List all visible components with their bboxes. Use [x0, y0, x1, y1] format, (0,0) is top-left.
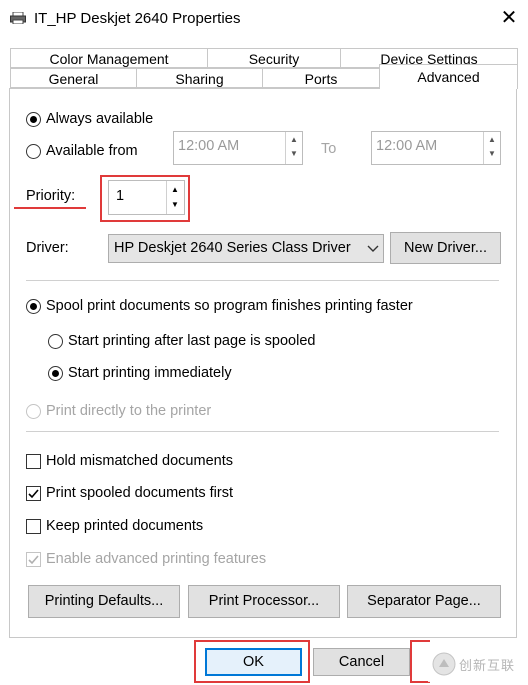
- always-available-radio[interactable]: [26, 112, 41, 127]
- tab-sharing[interactable]: Sharing: [136, 68, 263, 88]
- watermark-logo-icon: [432, 652, 456, 676]
- from-time-value: 12:00 AM: [178, 138, 240, 154]
- spool-label: Spool print documents so program finishe…: [46, 298, 413, 314]
- enable-advanced-features-label: Enable advanced printing features: [46, 551, 267, 567]
- hold-mismatched-checkbox[interactable]: [26, 454, 41, 469]
- keep-printed-label: Keep printed documents: [46, 518, 204, 534]
- start-immediately-radio[interactable]: [48, 366, 63, 381]
- start-after-last-page-label: Start printing after last page is spoole…: [68, 333, 316, 349]
- start-after-last-page-radio[interactable]: [48, 334, 63, 349]
- separator-1: [26, 280, 499, 281]
- driver-label: Driver:: [26, 240, 69, 256]
- to-time-value: 12:00 AM: [376, 138, 438, 154]
- title-bar: IT_HP Deskjet 2640 Properties ✕: [0, 0, 528, 36]
- watermark: 创新互联: [428, 646, 528, 682]
- available-from-label: Available from: [46, 143, 138, 159]
- new-driver-button[interactable]: New Driver...: [390, 232, 501, 264]
- printer-icon: [10, 12, 26, 24]
- available-from-radio[interactable]: [26, 144, 41, 159]
- priority-spinner[interactable]: ▲ ▼: [166, 181, 184, 214]
- spool-radio[interactable]: [26, 299, 41, 314]
- enable-advanced-features-checkbox[interactable]: [26, 552, 41, 567]
- always-available-label: Always available: [46, 111, 154, 127]
- spin-down-icon[interactable]: ▼: [167, 199, 183, 216]
- close-button[interactable]: ✕: [496, 6, 522, 30]
- priority-field[interactable]: 1 ▲ ▼: [108, 180, 185, 215]
- from-time-spinner[interactable]: ▲ ▼: [285, 132, 302, 164]
- driver-select-value: HP Deskjet 2640 Series Class Driver: [114, 240, 351, 256]
- keep-printed-checkbox[interactable]: [26, 519, 41, 534]
- tab-general[interactable]: General: [10, 68, 137, 88]
- tab-ports[interactable]: Ports: [262, 68, 380, 88]
- ok-button[interactable]: OK: [205, 648, 302, 676]
- cancel-button[interactable]: Cancel: [313, 648, 410, 676]
- window-title: IT_HP Deskjet 2640 Properties: [34, 10, 241, 27]
- print-directly-label: Print directly to the printer: [46, 403, 212, 419]
- watermark-text: 创新互联: [459, 658, 516, 673]
- to-label: To: [321, 141, 337, 157]
- tab-color-management[interactable]: Color Management: [10, 48, 208, 68]
- spin-down-icon[interactable]: ▼: [484, 148, 500, 164]
- spin-down-icon[interactable]: ▼: [286, 148, 302, 164]
- annotation-box-apply: [410, 640, 430, 683]
- chevron-down-icon: [367, 245, 379, 252]
- priority-label: Priority:: [26, 188, 76, 204]
- checkmark-icon: [28, 489, 39, 499]
- to-time-field[interactable]: 12:00 AM ▲ ▼: [371, 131, 501, 165]
- printing-defaults-button[interactable]: Printing Defaults...: [28, 585, 180, 618]
- hold-mismatched-label: Hold mismatched documents: [46, 453, 233, 469]
- from-time-field[interactable]: 12:00 AM ▲ ▼: [173, 131, 303, 165]
- tab-security[interactable]: Security: [207, 48, 341, 68]
- driver-select[interactable]: HP Deskjet 2640 Series Class Driver: [108, 234, 384, 263]
- to-time-spinner[interactable]: ▲ ▼: [483, 132, 500, 164]
- start-immediately-label: Start printing immediately: [68, 365, 232, 381]
- separator-2: [26, 431, 499, 432]
- checkmark-icon: [28, 555, 39, 565]
- priority-value: 1: [116, 188, 125, 204]
- print-spooled-first-label: Print spooled documents first: [46, 485, 233, 501]
- separator-page-button[interactable]: Separator Page...: [347, 585, 501, 618]
- print-directly-radio[interactable]: [26, 404, 41, 419]
- print-processor-button[interactable]: Print Processor...: [188, 585, 340, 618]
- print-spooled-first-checkbox[interactable]: [26, 486, 41, 501]
- tab-advanced[interactable]: Advanced: [379, 64, 518, 89]
